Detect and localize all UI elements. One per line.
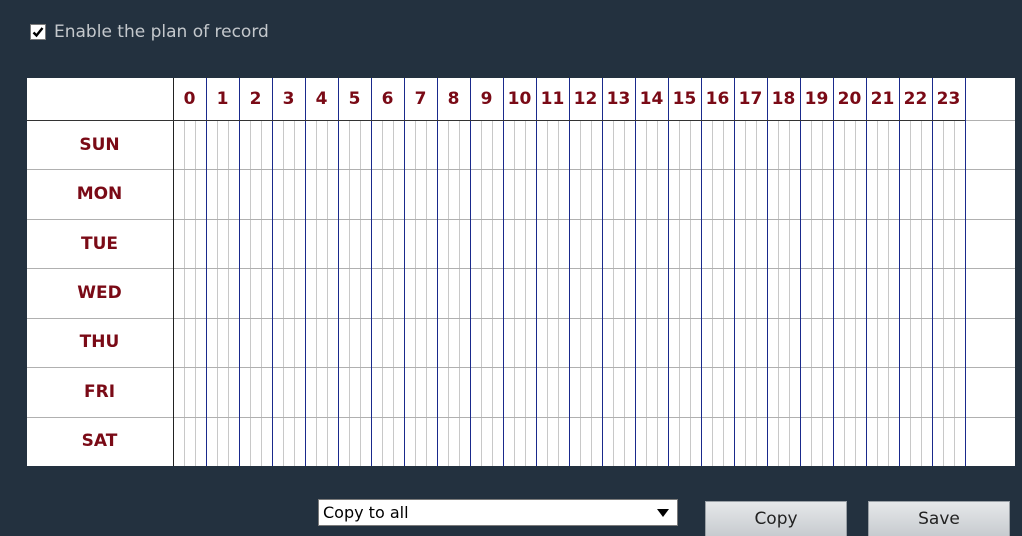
hour-label: 2 xyxy=(249,89,262,109)
hour-label: 10 xyxy=(507,89,532,109)
hour-label: 0 xyxy=(183,89,196,109)
hour-label: 5 xyxy=(348,89,361,109)
copy-button[interactable]: Copy xyxy=(705,501,847,536)
schedule-day-row[interactable] xyxy=(173,219,965,268)
hour-label: 21 xyxy=(870,89,895,109)
day-label: THU xyxy=(79,332,120,353)
hour-label: 4 xyxy=(315,89,328,109)
hour-label: 12 xyxy=(573,89,598,109)
enable-record-plan-checkbox[interactable] xyxy=(30,24,46,40)
hour-label: 17 xyxy=(738,89,763,109)
schedule-day-row[interactable] xyxy=(173,367,965,416)
copy-target-select-value: Copy to all xyxy=(323,503,409,522)
hour-label: 11 xyxy=(540,89,565,109)
hour-label: 7 xyxy=(414,89,427,109)
schedule-day-row[interactable] xyxy=(173,417,965,466)
action-bar: Copy to all Copy Save xyxy=(0,492,1022,536)
hour-label: 8 xyxy=(447,89,460,109)
hour-label: 1 xyxy=(216,89,229,109)
hour-label: 19 xyxy=(804,89,829,109)
day-label: MON xyxy=(76,184,123,205)
hour-label: 14 xyxy=(639,89,664,109)
save-button[interactable]: Save xyxy=(868,501,1010,536)
hour-label: 13 xyxy=(606,89,631,109)
day-label: TUE xyxy=(80,233,118,254)
day-label: FRI xyxy=(83,381,116,402)
hour-label: 3 xyxy=(282,89,295,109)
hour-label: 18 xyxy=(771,89,796,109)
day-label: SAT xyxy=(81,431,118,452)
day-label: WED xyxy=(77,282,122,303)
chevron-down-icon[interactable] xyxy=(651,501,675,524)
hour-label: 15 xyxy=(672,89,697,109)
schedule-day-row[interactable] xyxy=(173,318,965,367)
hour-label: 22 xyxy=(903,89,928,109)
hour-label: 16 xyxy=(705,89,730,109)
hour-label: 9 xyxy=(480,89,493,109)
schedule-day-row[interactable] xyxy=(173,268,965,317)
copy-target-select[interactable]: Copy to all xyxy=(318,499,678,526)
hour-label: 23 xyxy=(936,89,961,109)
hour-label: 6 xyxy=(381,89,394,109)
hour-label: 20 xyxy=(837,89,862,109)
schedule-day-row[interactable] xyxy=(173,120,965,169)
schedule-grid[interactable]: 0 1 2 3 4 5 6 7 8 9 10 11 12 13 14 15 16 17 18 19 20 21 22 23 SU… xyxy=(27,78,1015,466)
schedule-day-row[interactable] xyxy=(173,169,965,218)
day-label: SUN xyxy=(79,134,120,155)
checkmark-icon xyxy=(32,27,44,38)
enable-record-plan-row[interactable]: Enable the plan of record xyxy=(30,18,269,46)
enable-record-plan-label: Enable the plan of record xyxy=(54,22,269,42)
